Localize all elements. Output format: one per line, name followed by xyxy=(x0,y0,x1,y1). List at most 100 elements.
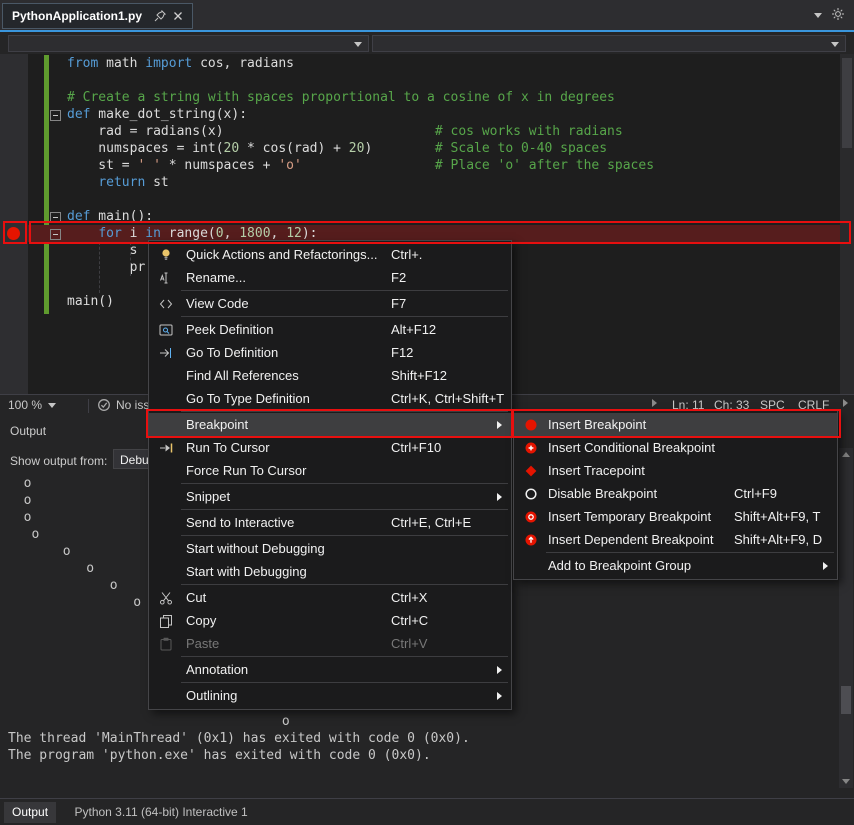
menu-item-rename[interactable]: Rename...F2 xyxy=(149,266,511,289)
zoom-dropdown-icon xyxy=(48,403,56,408)
code-line[interactable]: numspaces = int(20 * cos(rad) + 20) # Sc… xyxy=(28,140,854,157)
submenu-arrow-icon xyxy=(497,493,502,501)
menu-item-quick-actions[interactable]: Quick Actions and Refactorings...Ctrl+. xyxy=(149,243,511,266)
menu-item-label: Insert Dependent Breakpoint xyxy=(548,532,714,547)
menu-item-view-code[interactable]: View CodeF7 xyxy=(149,292,511,315)
code-line[interactable]: from math import cos, radians xyxy=(28,55,854,72)
project-dropdown[interactable] xyxy=(8,35,369,52)
menu-item-go-to-type-definition[interactable]: Go To Type DefinitionCtrl+K, Ctrl+Shift+… xyxy=(149,387,511,410)
scroll-up-icon[interactable] xyxy=(842,452,850,457)
menu-item-snippet[interactable]: Snippet xyxy=(149,485,511,508)
icon-spacer xyxy=(158,489,174,505)
menu-item-label: Run To Cursor xyxy=(186,440,270,455)
menu-item-peek-definition[interactable]: Peek DefinitionAlt+F12 xyxy=(149,318,511,341)
code-line[interactable]: def main(): xyxy=(28,208,854,225)
tracepoint-icon xyxy=(523,463,539,479)
submenu-arrow-icon xyxy=(497,666,502,674)
zoom-value: 100 % xyxy=(8,398,42,412)
menu-item-label: Insert Temporary Breakpoint xyxy=(548,509,711,524)
breakpoint-submenu: Insert BreakpointInsert Conditional Brea… xyxy=(513,410,838,580)
menu-item-label: Add to Breakpoint Group xyxy=(548,558,691,573)
menu-item-paste[interactable]: Paste Ctrl+V xyxy=(149,632,511,655)
tab-pythonapplication1[interactable]: PythonApplication1.py xyxy=(2,3,193,29)
breakpoint-glyph[interactable] xyxy=(7,227,20,240)
editor-vertical-scrollbar[interactable] xyxy=(840,54,854,394)
menu-item-shortcut: F2 xyxy=(391,270,406,285)
code-line[interactable] xyxy=(28,191,854,208)
menu-item-send-to-interactive[interactable]: Send to InteractiveCtrl+E, Ctrl+E xyxy=(149,511,511,534)
menu-item-go-to-definition[interactable]: Go To DefinitionF12 xyxy=(149,341,511,364)
hscroll-right-arrow-icon[interactable] xyxy=(843,399,848,407)
menu-item-label: View Code xyxy=(186,296,249,311)
code-line[interactable]: st = ' ' * numspaces + 'o' # Place 'o' a… xyxy=(28,157,854,174)
menu-item-label: Paste xyxy=(186,636,219,651)
menu-item-run-to-cursor[interactable]: Run To CursorCtrl+F10 xyxy=(149,436,511,459)
menu-item-insert-conditional-breakpoint[interactable]: Insert Conditional Breakpoint xyxy=(514,436,837,459)
run-to-cursor-icon xyxy=(158,440,174,456)
hscroll-right-arrow-icon[interactable] xyxy=(652,399,657,407)
menu-item-add-to-breakpoint-group[interactable]: Add to Breakpoint Group xyxy=(514,554,837,577)
menu-item-start-with-debugging[interactable]: Start with Debugging xyxy=(149,560,511,583)
menu-item-cut[interactable]: CutCtrl+X xyxy=(149,586,511,609)
go-to-definition-icon xyxy=(158,345,174,361)
breakpoint-gutter[interactable] xyxy=(0,54,28,394)
menu-item-insert-tracepoint[interactable]: Insert Tracepoint xyxy=(514,459,837,482)
menu-item-label: Go To Definition xyxy=(186,345,278,360)
menu-item-force-run-to-cursor[interactable]: Force Run To Cursor xyxy=(149,459,511,482)
menu-item-breakpoint[interactable]: Breakpoint xyxy=(149,413,511,436)
view-code-icon xyxy=(158,296,174,312)
icon-spacer xyxy=(158,662,174,678)
menu-item-label: Insert Tracepoint xyxy=(548,463,645,478)
submenu-arrow-icon xyxy=(497,692,502,700)
menu-item-find-all-references[interactable]: Find All ReferencesShift+F12 xyxy=(149,364,511,387)
menu-item-shortcut: Ctrl+X xyxy=(391,590,427,605)
menu-item-insert-dependent-breakpoint[interactable]: Insert Dependent BreakpointShift+Alt+F9,… xyxy=(514,528,837,551)
scrollbar-thumb[interactable] xyxy=(842,58,852,148)
pin-icon[interactable] xyxy=(152,8,168,24)
menu-item-insert-temporary-breakpoint[interactable]: Insert Temporary BreakpointShift+Alt+F9,… xyxy=(514,505,837,528)
code-line[interactable] xyxy=(28,72,854,89)
indent-guide xyxy=(99,242,100,293)
console-line: The program 'python.exe' has exited with… xyxy=(8,747,834,764)
icon-spacer xyxy=(523,558,539,574)
scope-dropdown[interactable] xyxy=(372,35,846,52)
context-menu: Quick Actions and Refactorings...Ctrl+.R… xyxy=(148,240,512,710)
chevron-down-icon xyxy=(831,42,839,47)
lightbulb-icon xyxy=(158,247,174,263)
code-line[interactable]: # Create a string with spaces proportion… xyxy=(28,89,854,106)
icon-spacer xyxy=(158,368,174,384)
cut-icon xyxy=(158,590,174,606)
scroll-down-icon[interactable] xyxy=(842,779,850,784)
menu-item-insert-breakpoint[interactable]: Insert Breakpoint xyxy=(514,413,837,436)
menu-item-annotation[interactable]: Annotation xyxy=(149,658,511,681)
tab-python-interactive[interactable]: Python 3.11 (64-bit) Interactive 1 xyxy=(66,802,255,823)
tab-output[interactable]: Output xyxy=(4,802,56,823)
breakpoint-temporary-icon xyxy=(523,509,539,525)
menu-item-label: Peek Definition xyxy=(186,322,273,337)
icon-spacer xyxy=(158,688,174,704)
gear-icon[interactable] xyxy=(830,6,846,22)
icon-spacer xyxy=(158,564,174,580)
show-output-from-label: Show output from: xyxy=(10,454,107,468)
fold-marker[interactable] xyxy=(50,110,61,121)
menu-item-disable-breakpoint[interactable]: Disable BreakpointCtrl+F9 xyxy=(514,482,837,505)
tab-list-dropdown-icon[interactable] xyxy=(814,13,822,18)
menu-item-label: Snippet xyxy=(186,489,230,504)
code-line[interactable]: def make_dot_string(x): xyxy=(28,106,854,123)
code-line[interactable]: rad = radians(x) # cos works with radian… xyxy=(28,123,854,140)
menu-item-shortcut: Ctrl+E, Ctrl+E xyxy=(391,515,471,530)
menu-item-outlining[interactable]: Outlining xyxy=(149,684,511,707)
menu-item-shortcut: Ctrl+V xyxy=(391,636,427,651)
scrollbar-thumb[interactable] xyxy=(841,686,851,714)
menu-item-shortcut: Ctrl+F9 xyxy=(734,486,777,501)
menu-item-start-without-debugging[interactable]: Start without Debugging xyxy=(149,537,511,560)
fold-marker[interactable] xyxy=(50,229,61,240)
output-vertical-scrollbar[interactable] xyxy=(839,448,853,788)
menu-item-copy[interactable]: CopyCtrl+C xyxy=(149,609,511,632)
zoom-control[interactable]: 100 % xyxy=(8,398,56,412)
fold-marker[interactable] xyxy=(50,212,61,223)
close-icon[interactable] xyxy=(170,8,186,24)
menu-item-label: Copy xyxy=(186,613,216,628)
code-line[interactable]: return st xyxy=(28,174,854,191)
peek-definition-icon xyxy=(158,322,174,338)
